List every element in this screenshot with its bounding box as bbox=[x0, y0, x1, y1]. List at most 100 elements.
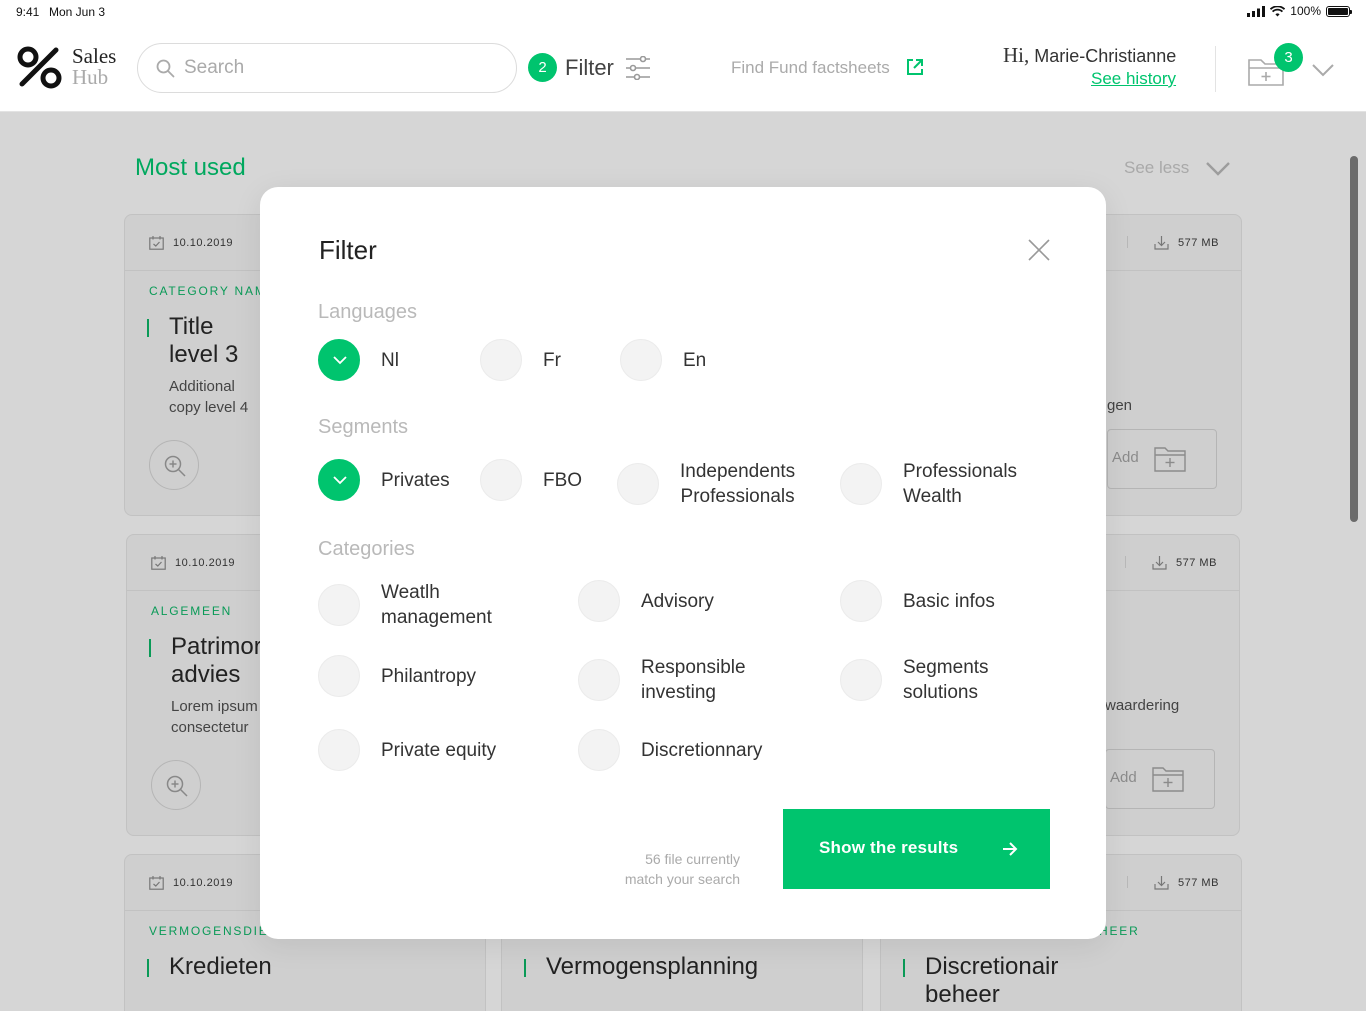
category-label: Basic infos bbox=[903, 590, 995, 612]
cart-count-badge[interactable]: 3 bbox=[1274, 43, 1303, 72]
card-zoom-button[interactable] bbox=[149, 440, 199, 490]
category-option[interactable]: Discretionnary bbox=[578, 729, 762, 771]
category-radio[interactable] bbox=[318, 584, 360, 626]
modal-title: Filter bbox=[319, 235, 377, 265]
chevron-down-icon[interactable] bbox=[1206, 162, 1230, 176]
category-option[interactable]: Weatlh management bbox=[318, 580, 492, 630]
category-option[interactable]: Responsible investing bbox=[578, 655, 746, 705]
language-option-nl[interactable]: Nl bbox=[318, 339, 399, 381]
see-less-link[interactable]: See less bbox=[1124, 158, 1189, 178]
segment-radio-fbo[interactable] bbox=[480, 459, 522, 501]
category-label: Segments solutions bbox=[903, 657, 989, 703]
wifi-icon bbox=[1270, 5, 1286, 16]
find-fund-factsheets-link[interactable]: Find Fund factsheets bbox=[731, 58, 890, 78]
category-radio[interactable] bbox=[578, 659, 620, 701]
search-input[interactable] bbox=[184, 54, 494, 82]
category-radio[interactable] bbox=[578, 580, 620, 622]
download-icon bbox=[1154, 236, 1169, 250]
card-title: Title level 3 bbox=[169, 313, 239, 368]
filter-sliders-icon[interactable] bbox=[625, 56, 651, 80]
language-radio-fr[interactable] bbox=[480, 339, 522, 381]
filter-button[interactable]: Filter bbox=[565, 55, 614, 81]
card-title-accent bbox=[149, 639, 151, 657]
download-icon bbox=[1152, 556, 1167, 570]
segment-option-professionals-wealth[interactable]: Professionals Wealth bbox=[840, 459, 1017, 509]
show-results-label: Show the results bbox=[819, 838, 959, 857]
see-history-link[interactable]: See history bbox=[1091, 69, 1176, 89]
card-file-size: 577 MB bbox=[1178, 237, 1219, 249]
segment-option-fbo[interactable]: FBO bbox=[480, 459, 582, 501]
categories-title: Categories bbox=[318, 538, 415, 560]
user-name: Marie-Christianne bbox=[1034, 46, 1177, 66]
external-link-icon[interactable] bbox=[906, 58, 924, 76]
category-radio[interactable] bbox=[840, 659, 882, 701]
battery-percent: 100% bbox=[1290, 4, 1321, 18]
segment-radio-privates[interactable] bbox=[318, 459, 360, 501]
category-label: Advisory bbox=[641, 590, 714, 612]
category-radio[interactable] bbox=[318, 729, 360, 771]
card-file-size: 577 MB bbox=[1176, 557, 1217, 569]
search-icon bbox=[156, 59, 175, 78]
segments-title: Segments bbox=[318, 416, 409, 438]
app-header: Sales Hub 2 Filter Find Fund factsheets … bbox=[0, 24, 1366, 112]
category-radio[interactable] bbox=[840, 580, 882, 622]
scrollbar[interactable] bbox=[1350, 156, 1358, 522]
segment-label: Privates bbox=[381, 469, 450, 491]
chevron-down-icon[interactable] bbox=[1312, 64, 1334, 77]
languages-title: Languages bbox=[318, 301, 417, 323]
language-label: Nl bbox=[381, 349, 399, 371]
add-to-cart-button[interactable]: Add bbox=[1105, 749, 1215, 809]
segment-radio-independents-professionals[interactable] bbox=[617, 463, 659, 505]
category-radio[interactable] bbox=[578, 729, 620, 771]
brand-line-sales: Sales bbox=[72, 44, 117, 68]
arrow-right-icon bbox=[1003, 842, 1018, 856]
segment-label: Professionals Wealth bbox=[903, 461, 1018, 507]
segment-option-privates[interactable]: Privates bbox=[318, 459, 450, 501]
header-divider bbox=[1215, 46, 1216, 92]
add-folder-icon bbox=[1154, 447, 1186, 472]
brand-name: Sales Hub bbox=[72, 46, 116, 88]
card-date: 10.10.2019 bbox=[173, 237, 234, 249]
card-title: Vermogensplanning bbox=[546, 953, 759, 980]
category-option[interactable]: Segments solutions bbox=[840, 655, 989, 705]
card-category: ALGEMEEN bbox=[151, 604, 233, 618]
category-option[interactable]: Philantropy bbox=[318, 655, 476, 697]
card-category: CATEGORY NAM bbox=[149, 284, 267, 298]
category-option[interactable]: Private equity bbox=[318, 729, 496, 771]
close-icon[interactable] bbox=[1026, 237, 1052, 263]
card-header-separator bbox=[1127, 876, 1128, 888]
section-title-most-used: Most used bbox=[135, 154, 246, 181]
segment-label: FBO bbox=[543, 469, 583, 491]
language-option-fr[interactable]: Fr bbox=[480, 339, 561, 381]
segment-option-independents-professionals[interactable]: Independents Professionals bbox=[617, 459, 795, 509]
card-title-accent bbox=[524, 959, 526, 977]
card-subtitle: Additional copy level 4 bbox=[169, 378, 249, 416]
segment-radio-professionals-wealth[interactable] bbox=[840, 463, 882, 505]
filter-count-badge[interactable]: 2 bbox=[528, 53, 557, 82]
category-option[interactable]: Advisory bbox=[578, 580, 714, 622]
language-radio-nl[interactable] bbox=[318, 339, 360, 381]
language-option-en[interactable]: En bbox=[620, 339, 706, 381]
battery-icon bbox=[1326, 5, 1352, 17]
search-box[interactable] bbox=[137, 43, 517, 93]
card-zoom-button[interactable] bbox=[151, 760, 201, 810]
calendar-icon bbox=[151, 556, 166, 570]
check-icon bbox=[333, 356, 347, 365]
card-title-accent bbox=[147, 959, 149, 977]
show-results-button[interactable]: Show the results bbox=[783, 809, 1050, 889]
results-count-note: 56 file currently match your search bbox=[550, 849, 740, 889]
status-time: 9:41 bbox=[16, 5, 40, 19]
category-option[interactable]: Basic infos bbox=[840, 580, 995, 622]
calendar-icon bbox=[149, 236, 164, 250]
add-label: Add bbox=[1110, 769, 1137, 786]
calendar-icon bbox=[149, 876, 164, 890]
category-radio[interactable] bbox=[318, 655, 360, 697]
add-folder-icon bbox=[1152, 767, 1184, 792]
card-date: 10.10.2019 bbox=[175, 557, 236, 569]
sales-hub-logo-icon[interactable] bbox=[16, 44, 64, 92]
language-radio-en[interactable] bbox=[620, 339, 662, 381]
add-to-cart-button[interactable]: Add bbox=[1107, 429, 1217, 489]
status-bar: 9:41 Mon Jun 3 100% bbox=[0, 0, 1366, 24]
language-label: En bbox=[683, 349, 707, 371]
category-label: Responsible investing bbox=[641, 657, 746, 703]
